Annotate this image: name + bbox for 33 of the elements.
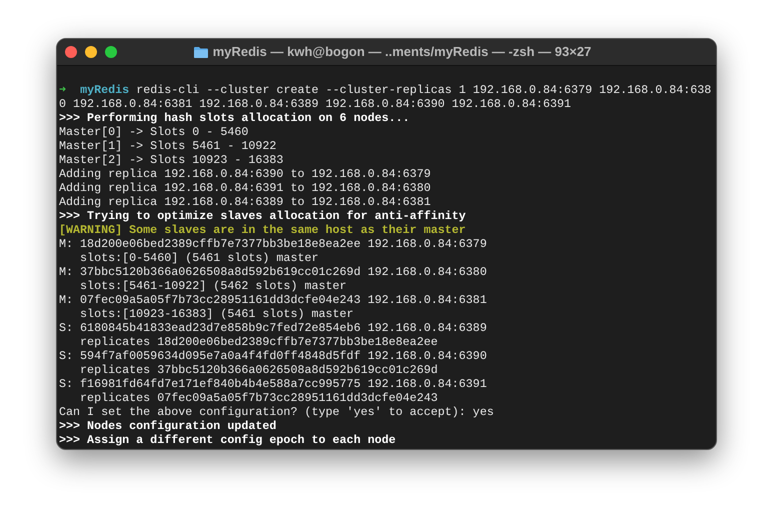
output-line: replicates 18d200e06bed2389cffb7e7377bb3be18e8ea2ee xyxy=(79,335,438,349)
output-line: Can I set the above configuration? (type 'yes' to accept): yes xyxy=(59,405,494,419)
minimize-button[interactable] xyxy=(85,46,97,58)
output-line: Adding replica 192.168.0.84:6389 to 192.168.0.84:6381 xyxy=(59,195,431,209)
output-line: Adding replica 192.168.0.84:6390 to 192.168.0.84:6379 xyxy=(59,167,431,181)
output-line: M: 18d200e06bed2389cffb7e7377bb3be18e8ea2ee 192.168.0.84:6379 xyxy=(59,237,487,251)
output-line: M: 07fec09a5a05f7b73cc28951161dd3dcfe04e243 192.168.0.84:6381 xyxy=(59,293,487,307)
command-text: redis-cli --cluster create --cluster-replicas 1 192.168.0.84:6379 192.168.0.84:638 xyxy=(136,83,712,97)
output-line: 0 192.168.0.84:6381 192.168.0.84:6389 192.168.0.84:6390 192.168.0.84:6391 xyxy=(59,97,571,111)
output-line: Master[1] -> Slots 5461 - 10922 xyxy=(59,139,276,153)
zoom-button[interactable] xyxy=(105,46,117,58)
warning-line: [WARNING] Some slaves are in the same host as their master xyxy=(59,223,466,237)
output-line: Master[2] -> Slots 10923 - 16383 xyxy=(59,153,284,167)
output-line: slots:[0-5460] (5461 slots) master xyxy=(79,251,319,265)
output-line: slots:[10923-16383] (5461 slots) master xyxy=(79,307,354,321)
prompt-arrow: ➜ xyxy=(59,83,66,97)
prompt-directory: myRedis xyxy=(80,83,130,97)
folder-icon xyxy=(194,46,208,58)
close-button[interactable] xyxy=(65,46,77,58)
output-line: Master[0] -> Slots 0 - 5460 xyxy=(59,125,248,139)
output-line: Adding replica 192.168.0.84:6391 to 192.168.0.84:6380 xyxy=(59,181,431,195)
output-line: M: 37bbc5120b366a0626508a8d592b619cc01c269d 192.168.0.84:6380 xyxy=(59,265,487,279)
output-line: >>> Performing hash slots allocation on 6 nodes... xyxy=(59,111,410,125)
output-line: replicates 07fec09a5a05f7b73cc28951161dd3dcfe04e243 xyxy=(79,391,438,405)
output-line: S: 6180845b41833ead23d7e858b9c7fed72e854eb6 192.168.0.84:6389 xyxy=(59,321,487,335)
output-line: >>> Assign a different config epoch to each node xyxy=(59,433,396,447)
output-line: >>> Nodes configuration updated xyxy=(59,419,276,433)
output-line: S: f16981fd64fd7e171ef840b4b4e588a7cc995775 192.168.0.84:6391 xyxy=(59,377,487,391)
output-line: S: 594f7af0059634d095e7a0a4f4fd0ff4848d5fdf 192.168.0.84:6390 xyxy=(59,349,487,363)
output-line: replicates 37bbc5120b366a0626508a8d592b619cc01c269d xyxy=(79,363,438,377)
output-line: >>> Trying to optimize slaves allocation for anti-affinity xyxy=(59,209,466,223)
window-title: myRedis — kwh@bogon — ..ments/myRedis — -zsh — 93×27 xyxy=(212,43,592,62)
output-line: slots:[5461-10922] (5462 slots) master xyxy=(79,279,347,293)
